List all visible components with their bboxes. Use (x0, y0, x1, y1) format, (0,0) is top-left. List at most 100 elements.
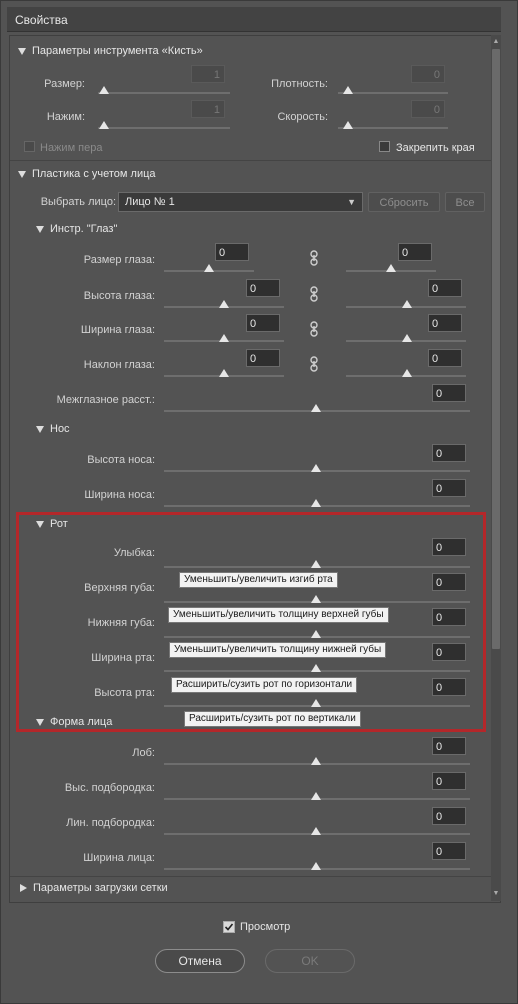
eye-width-right-input[interactable]: 0 (428, 314, 462, 332)
eyes-section-title: Инстр. "Глаз" (50, 223, 118, 235)
eye-size-right-input[interactable]: 0 (398, 243, 432, 261)
eye-height-left-input[interactable]: 0 (246, 279, 280, 297)
expand-triangle-icon (20, 884, 27, 893)
nose-height-knob[interactable] (311, 464, 321, 472)
properties-dialog: Свойства Параметры инструмента «Кисть» Р… (0, 0, 518, 1004)
eye-height-left-knob[interactable] (219, 300, 229, 308)
forehead-knob[interactable] (311, 757, 321, 765)
select-face-dropdown[interactable]: Лицо № 1 ▼ (118, 192, 363, 212)
collapse-triangle-icon (36, 225, 44, 233)
eye-tilt-label: Наклон глаза: (83, 359, 155, 371)
eye-tilt-right-knob[interactable] (402, 369, 412, 377)
cancel-button[interactable]: Отмена (155, 949, 245, 973)
chin-height-input[interactable]: 0 (432, 772, 466, 790)
forehead-label: Лоб: (132, 747, 155, 759)
pressure-slider-track[interactable] (98, 127, 230, 129)
preview-label: Просмотр (240, 921, 291, 933)
pin-edges-label: Закрепить края (396, 142, 475, 154)
all-button[interactable]: Все (445, 192, 485, 212)
checkmark-icon (224, 923, 234, 931)
eye-tilt-right-input[interactable]: 0 (428, 349, 462, 367)
jawline-knob[interactable] (311, 827, 321, 835)
eye-width-right-knob[interactable] (402, 334, 412, 342)
highlight-box (16, 512, 486, 732)
eye-size-right-knob[interactable] (386, 264, 396, 272)
mesh-section-title: Параметры загрузки сетки (33, 882, 168, 894)
select-face-value: Лицо № 1 (125, 196, 175, 208)
eye-size-label: Размер глаза: (83, 254, 155, 266)
chevron-down-icon: ▼ (347, 197, 356, 207)
select-face-label: Выбрать лицо: (40, 196, 116, 208)
divider (10, 160, 500, 161)
pen-pressure-checkbox[interactable] (24, 141, 35, 152)
vertical-scrollbar[interactable]: ▲ ▼ (491, 35, 501, 901)
face-width-label: Ширина лица: (83, 852, 155, 864)
eye-width-left-input[interactable]: 0 (246, 314, 280, 332)
eye-distance-input[interactable]: 0 (432, 384, 466, 402)
rate-slider-knob[interactable] (343, 121, 353, 129)
size-input[interactable]: 1 (191, 65, 225, 83)
reset-button[interactable]: Сбросить (368, 192, 440, 212)
density-label: Плотность: (271, 78, 328, 90)
jawline-label: Лин. подбородка: (66, 817, 155, 829)
eye-height-right-input[interactable]: 0 (428, 279, 462, 297)
density-slider-knob[interactable] (343, 86, 353, 94)
pin-edges-checkbox[interactable] (379, 141, 390, 152)
pressure-slider-knob[interactable] (99, 121, 109, 129)
size-slider-knob[interactable] (99, 86, 109, 94)
face-width-input[interactable]: 0 (432, 842, 466, 860)
mesh-section-header[interactable]: Параметры загрузки сетки (20, 882, 168, 894)
face-aware-section-header[interactable]: Пластика с учетом лица (18, 168, 156, 180)
eye-width-left-knob[interactable] (219, 334, 229, 342)
preview-checkbox[interactable] (223, 921, 235, 933)
collapse-triangle-icon (18, 47, 26, 55)
link-icon[interactable] (310, 321, 318, 337)
scrollbar-thumb[interactable] (492, 49, 500, 649)
rate-slider-track[interactable] (338, 127, 448, 129)
scroll-down-icon[interactable]: ▼ (492, 889, 500, 899)
collapse-triangle-icon (18, 170, 26, 178)
eye-height-right-knob[interactable] (402, 300, 412, 308)
pressure-label: Нажим: (46, 111, 85, 123)
face-width-knob[interactable] (311, 862, 321, 870)
forehead-input[interactable]: 0 (432, 737, 466, 755)
eye-width-label: Ширина глаза: (80, 324, 155, 336)
size-slider-track[interactable] (98, 92, 230, 94)
eye-height-label: Высота глаза: (83, 290, 155, 302)
nose-section-header[interactable]: Нос (36, 423, 70, 435)
link-icon[interactable] (310, 356, 318, 372)
nose-height-label: Высота носа: (87, 454, 155, 466)
rate-label: Скорость: (277, 111, 328, 123)
eye-size-left-input[interactable]: 0 (215, 243, 249, 261)
chin-height-knob[interactable] (311, 792, 321, 800)
scroll-up-icon[interactable]: ▲ (492, 37, 500, 47)
eye-distance-knob[interactable] (311, 404, 321, 412)
size-label: Размер: (44, 78, 85, 90)
properties-scroll-area[interactable]: Параметры инструмента «Кисть» Размер: 1 … (9, 35, 501, 903)
link-icon[interactable] (310, 286, 318, 302)
divider (10, 876, 500, 877)
eye-tilt-left-input[interactable]: 0 (246, 349, 280, 367)
nose-width-knob[interactable] (311, 499, 321, 507)
pen-pressure-label: Нажим пера (40, 142, 103, 154)
eye-tilt-left-knob[interactable] (219, 369, 229, 377)
face-aware-section-title: Пластика с учетом лица (32, 168, 156, 180)
chin-height-label: Выс. подбородка: (64, 782, 155, 794)
dialog-title: Свойства (15, 13, 68, 27)
eye-distance-label: Межглазное расст.: (56, 394, 155, 406)
jawline-input[interactable]: 0 (432, 807, 466, 825)
density-slider-track[interactable] (338, 92, 448, 94)
brush-section-header[interactable]: Параметры инструмента «Кисть» (18, 45, 203, 57)
link-icon[interactable] (310, 250, 318, 266)
pressure-input[interactable]: 1 (191, 100, 225, 118)
eye-size-left-knob[interactable] (204, 264, 214, 272)
collapse-triangle-icon (36, 425, 44, 433)
nose-width-input[interactable]: 0 (432, 479, 466, 497)
density-input[interactable]: 0 (411, 65, 445, 83)
nose-width-label: Ширина носа: (84, 489, 155, 501)
ok-button[interactable]: OK (265, 949, 355, 973)
nose-section-title: Нос (50, 423, 70, 435)
eyes-section-header[interactable]: Инстр. "Глаз" (36, 223, 117, 235)
nose-height-input[interactable]: 0 (432, 444, 466, 462)
rate-input[interactable]: 0 (411, 100, 445, 118)
